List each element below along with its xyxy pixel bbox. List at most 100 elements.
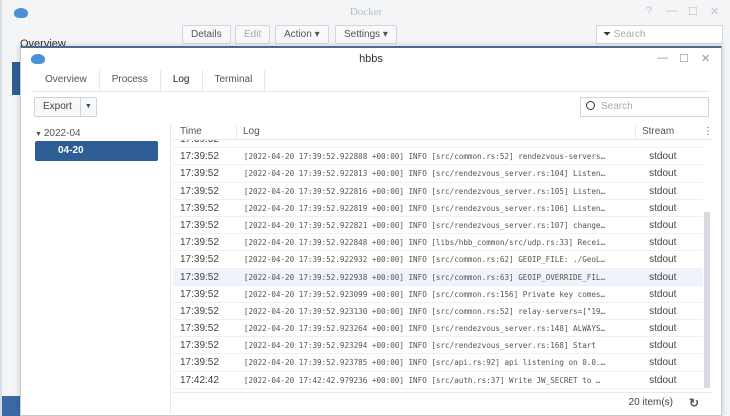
tree-day-selected[interactable]: 04-20 [35,141,158,161]
row-time: 17:39:52 [173,337,238,353]
tab-process[interactable]: Process [100,70,161,91]
settings-button[interactable]: Settings ▾ [335,25,397,44]
row-log: [2022-04-20 17:39:52.922816 +00:00] INFO… [238,183,643,199]
column-menu-icon[interactable]: ⋮ [695,124,713,139]
row-stream: stdout [643,200,703,216]
row-time: 17:39:52 [173,303,238,319]
row-stream: stdout [643,286,703,302]
tab-overview[interactable]: Overview [33,70,100,91]
row-time: 17:39:52 [173,269,238,285]
close-icon[interactable]: ✕ [701,52,710,65]
close-icon[interactable]: ✕ [710,5,719,18]
row-log [238,140,643,147]
row-log: [2022-04-20 17:42:42.979236 +00:00] INFO… [238,372,643,388]
tab-bar: Overview Process Log Terminal [33,70,708,92]
row-stream: stdout [643,320,703,336]
table-row[interactable]: 17:39:52[2022-04-20 17:39:52.922821 +00:… [173,217,703,234]
table-row[interactable]: 17:39:52[2022-04-20 17:39:52.922932 +00:… [173,251,703,268]
row-time: 17:39:52 [173,354,238,370]
table-row[interactable]: 17:39:52[2022-04-20 17:39:52.922848 +00:… [173,234,703,251]
row-log: [2022-04-20 17:39:52.922848 +00:00] INFO… [238,234,643,250]
row-log: [2022-04-20 17:39:52.922932 +00:00] INFO… [238,251,643,267]
table-row[interactable]: 17:39:52[2022-04-20 17:39:52.923130 +00:… [173,303,703,320]
scrollbar[interactable] [704,212,710,388]
maximize-icon[interactable]: ☐ [679,52,689,65]
row-log: [2022-04-20 17:39:52.923785 +00:00] INFO… [238,354,643,370]
row-stream: stdout [643,251,703,267]
row-time: 17:39:52 [173,140,238,147]
log-search-input[interactable]: Search [580,97,709,117]
container-logo-icon [31,54,45,64]
table-row[interactable]: 17:42:42[2022-04-20 17:42:42.979236 +00:… [173,372,703,389]
export-button[interactable]: Export ▼ [34,97,97,117]
row-stream: stdout [643,148,703,164]
caret-down-icon: ▼ [35,131,44,138]
col-log[interactable]: Log [237,124,636,139]
row-stream [643,140,703,147]
item-count: 20 item(s) [629,397,673,408]
table-row[interactable]: 17:39:52[2022-04-20 17:39:52.922808 +00:… [173,148,703,165]
row-log: [2022-04-20 17:39:52.922808 +00:00] INFO… [238,148,643,164]
row-time: 17:39:52 [173,200,238,216]
row-stream: stdout [643,337,703,353]
row-log: [2022-04-20 17:39:52.923130 +00:00] INFO… [238,303,643,319]
docker-title: Docker [2,0,730,24]
table-row[interactable]: 17:39:52[2022-04-20 17:39:52.923099 +00:… [173,286,703,303]
row-stream: stdout [643,183,703,199]
col-stream[interactable]: Stream [636,124,695,139]
row-stream: stdout [643,354,703,370]
details-button[interactable]: Details [182,25,231,44]
table-row[interactable]: 17:39:52[2022-04-20 17:39:52.923785 +00:… [173,354,703,371]
row-time: 17:39:52 [173,148,238,164]
table-row[interactable]: 17:39:52[2022-04-20 17:39:52.922813 +00:… [173,165,703,182]
row-log: [2022-04-20 17:39:52.923294 +00:00] INFO… [238,337,643,353]
row-stream: stdout [643,269,703,285]
tree-month[interactable]: ▼ 2022-04 [35,128,81,139]
row-stream: stdout [643,372,703,388]
table-footer: 20 item(s) ↻ [173,392,713,412]
table-row[interactable]: 17:39:52[2022-04-20 17:39:52.922816 +00:… [173,183,703,200]
row-log: [2022-04-20 17:39:52.922813 +00:00] INFO… [238,165,643,181]
minimize-icon[interactable]: — [657,52,668,64]
table-row[interactable]: 17:39:52[2022-04-20 17:39:52.922938 +00:… [173,269,703,286]
col-time[interactable]: Time [173,124,237,139]
row-log: [2022-04-20 17:39:52.922821 +00:00] INFO… [238,217,643,233]
tab-terminal[interactable]: Terminal [203,70,266,91]
maximize-icon[interactable]: ☐ [688,5,698,18]
row-time: 17:39:52 [173,320,238,336]
table-row[interactable]: 17:39:52 [173,140,703,148]
row-time: 17:39:52 [173,286,238,302]
search-icon [586,101,595,110]
table-header: Time Log Stream ⋮ [173,124,713,140]
row-time: 17:39:52 [173,217,238,233]
row-stream: stdout [643,234,703,250]
docker-search-input[interactable]: ⏷ Search [596,25,723,44]
row-log: [2022-04-20 17:39:52.923099 +00:00] INFO… [238,286,643,302]
row-time: 17:42:42 [173,372,238,388]
action-button[interactable]: Action ▾ [275,25,329,44]
row-time: 17:39:52 [173,251,238,267]
window-title: hbbs [21,48,721,70]
row-log: [2022-04-20 17:39:52.923264 +00:00] INFO… [238,320,643,336]
chevron-down-icon[interactable]: ▼ [80,98,96,116]
row-log: [2022-04-20 17:39:52.922819 +00:00] INFO… [238,200,643,216]
table-row[interactable]: 17:39:52[2022-04-20 17:39:52.922819 +00:… [173,200,703,217]
table-row[interactable]: 17:39:52[2022-04-20 17:39:52.923294 +00:… [173,337,703,354]
help-icon[interactable]: ? [646,5,652,17]
log-table: Time Log Stream ⋮ 17:39:5217:39:52[2022-… [173,124,713,394]
sidebar-bottom [2,396,22,416]
row-stream: stdout [643,303,703,319]
refresh-icon[interactable]: ↻ [689,393,699,413]
row-stream: stdout [643,165,703,181]
date-tree: ▼ 2022-04 04-20 [21,124,171,414]
export-label: Export [35,98,80,116]
edit-button[interactable]: Edit [235,25,270,44]
table-row[interactable]: 17:39:52[2022-04-20 17:39:52.923264 +00:… [173,320,703,337]
tab-log[interactable]: Log [161,70,203,91]
row-log: [2022-04-20 17:39:52.922938 +00:00] INFO… [238,269,643,285]
minimize-icon[interactable]: — [666,5,677,17]
hbbs-window: hbbs — ☐ ✕ Overview Process Log Terminal… [20,46,722,416]
table-body: 17:39:5217:39:52[2022-04-20 17:39:52.922… [173,140,703,393]
row-time: 17:39:52 [173,183,238,199]
filter-icon: ⏷ [603,29,614,40]
